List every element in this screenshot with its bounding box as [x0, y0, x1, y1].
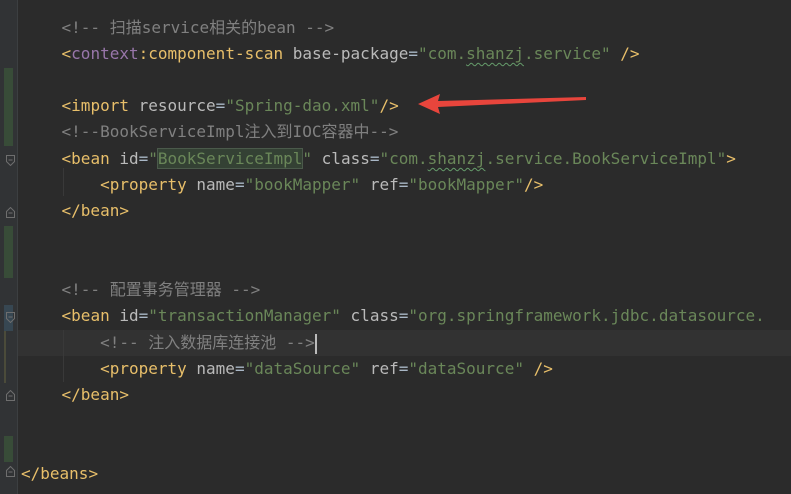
tag-open-bracket: <: [61, 306, 72, 325]
tag-close-bracket: />: [610, 44, 640, 63]
xml-comment: <!--BookServiceImpl注入到IOC容器中-->: [61, 122, 399, 141]
attribute-value: "bookMapper": [244, 175, 361, 194]
fold-expand-end-icon[interactable]: [6, 466, 15, 477]
attribute-name: ref: [369, 175, 399, 194]
attribute-value: "com.: [379, 149, 428, 168]
attribute-value: "com.: [417, 44, 467, 63]
attribute-value: "Spring-dao.xml": [225, 96, 380, 115]
attribute-value-quote: ": [302, 149, 313, 168]
tag-name: property: [109, 359, 187, 378]
attribute-equals: =: [408, 44, 418, 63]
xml-comment: <!-- 注入数据库连接池 -->: [100, 333, 315, 352]
code-line[interactable]: <property name="bookMapper" ref="bookMap…: [23, 172, 543, 198]
tag-close-bracket: >: [119, 201, 129, 220]
spelling-typo[interactable]: shanzj: [428, 149, 486, 168]
code-line[interactable]: </bean>: [23, 198, 129, 224]
tag-open-bracket: <: [61, 44, 72, 63]
attribute-value: "org.springframework.jdbc.datasource.: [408, 306, 765, 325]
attribute-name: base-package: [292, 44, 409, 63]
tag-name: import: [71, 96, 129, 115]
text-caret: [314, 333, 317, 354]
attribute-name: ref: [369, 359, 399, 378]
tag-open-bracket: </: [61, 385, 81, 404]
code-line[interactable]: <!-- 注入数据库连接池 -->: [23, 330, 317, 356]
code-line[interactable]: <!--BookServiceImpl注入到IOC容器中-->: [23, 119, 399, 145]
code-line[interactable]: <bean id="BookServiceImpl" class="com.sh…: [23, 146, 736, 172]
vcs-added-marker[interactable]: [4, 226, 13, 278]
attribute-value: "dataSource": [408, 359, 524, 378]
tag-close-bracket: />: [523, 359, 553, 378]
tag-open-bracket: <: [100, 175, 110, 194]
code-line[interactable]: <property name="dataSource" ref="dataSou…: [23, 356, 553, 382]
tag-open-bracket: </: [61, 201, 81, 220]
attribute-equals: =: [234, 175, 245, 194]
attribute-equals: =: [138, 149, 149, 168]
tag-name: beans: [40, 464, 89, 483]
attribute-name: class: [350, 306, 399, 325]
fold-expand-end-icon[interactable]: [6, 390, 15, 401]
code-line[interactable]: <context:component-scan base-package="co…: [23, 41, 640, 67]
vcs-added-marker[interactable]: [4, 331, 6, 383]
namespace-colon: :: [138, 44, 149, 63]
tag-name: bean: [80, 385, 120, 404]
tag-namespace: context: [71, 44, 139, 63]
tag-name: bean: [71, 149, 110, 168]
xml-comment: <!-- 配置事务管理器 -->: [61, 280, 261, 299]
tag-name: bean: [80, 201, 120, 220]
code-editor[interactable]: <!-- 扫描service相关的bean --> <context:compo…: [0, 0, 791, 494]
attribute-value: .service": [523, 44, 611, 63]
attribute-equals: =: [138, 306, 149, 325]
spelling-typo[interactable]: shanzj: [466, 44, 524, 63]
fold-collapse-icon[interactable]: [6, 312, 15, 323]
attribute-name: name: [196, 359, 235, 378]
attribute-equals: =: [398, 306, 409, 325]
tag-close-bracket: >: [726, 149, 736, 168]
attribute-name: name: [196, 175, 235, 194]
code-line[interactable]: <import resource="Spring-dao.xml"/>: [23, 93, 399, 119]
code-line[interactable]: </beans>: [21, 461, 98, 487]
highlighted-bean-id[interactable]: BookServiceImpl: [156, 148, 304, 169]
attribute-name: class: [321, 149, 370, 168]
attribute-name: resource: [138, 96, 216, 115]
tag-open-bracket: <: [61, 96, 72, 115]
gutter-divider: [17, 0, 18, 494]
tag-close-bracket: >: [88, 464, 99, 483]
attribute-value: .service.BookServiceImpl": [485, 149, 727, 168]
xml-comment: <!-- 扫描service相关的bean -->: [61, 18, 335, 37]
tag-open-bracket: <: [100, 359, 110, 378]
code-line[interactable]: <!-- 扫描service相关的bean -->: [23, 15, 335, 41]
attribute-value: "dataSource": [244, 359, 361, 378]
vcs-added-marker[interactable]: [4, 68, 13, 146]
attribute-value: "transactionManager": [148, 306, 341, 325]
tag-open-bracket: </: [21, 464, 41, 483]
tag-close-bracket: />: [523, 175, 544, 194]
attribute-value-quote: ": [148, 149, 158, 168]
tag-close-bracket: >: [119, 385, 129, 404]
attribute-value: "bookMapper": [408, 175, 524, 194]
code-line[interactable]: <!-- 配置事务管理器 -->: [23, 277, 261, 303]
vcs-added-marker[interactable]: [4, 436, 13, 462]
tag-open-bracket: <: [61, 149, 72, 168]
attribute-equals: =: [398, 175, 409, 194]
attribute-name: id: [119, 306, 139, 325]
tag-name: bean: [71, 306, 110, 325]
tag-close-bracket: />: [379, 96, 399, 115]
code-line[interactable]: <bean id="transactionManager" class="org…: [23, 303, 765, 329]
tag-name: property: [109, 175, 187, 194]
red-arrow-icon: [418, 92, 590, 118]
code-line[interactable]: </bean>: [23, 382, 129, 408]
fold-expand-end-icon[interactable]: [6, 207, 15, 218]
attribute-name: id: [119, 149, 139, 168]
fold-collapse-icon[interactable]: [6, 155, 15, 166]
attribute-equals: =: [234, 359, 245, 378]
tag-name: component-scan: [148, 44, 284, 63]
attribute-equals: =: [215, 96, 226, 115]
attribute-equals: =: [398, 359, 409, 378]
